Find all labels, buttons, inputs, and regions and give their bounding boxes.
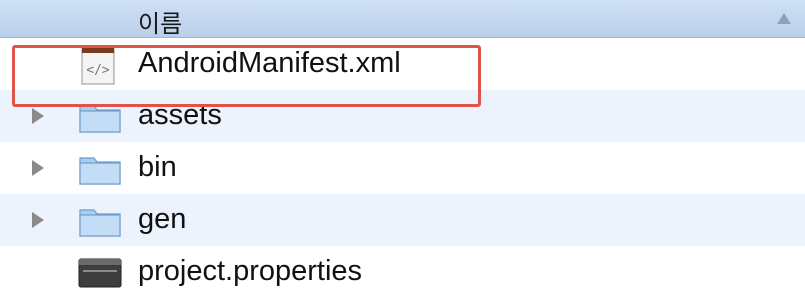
folder-name: bin: [138, 151, 177, 183]
sort-ascending-icon[interactable]: [777, 13, 791, 24]
file-row-gen[interactable]: gen: [0, 194, 805, 246]
disclosure-triangle-icon[interactable]: [32, 160, 44, 176]
folder-icon: [79, 209, 121, 237]
highlight-box: [12, 45, 481, 107]
file-row-project-properties[interactable]: project.properties: [0, 246, 805, 298]
properties-file-icon: [78, 258, 122, 288]
disclosure-triangle-icon[interactable]: [32, 212, 44, 228]
disclosure-triangle-icon[interactable]: [32, 108, 44, 124]
folder-name: gen: [138, 203, 187, 235]
file-name: project.properties: [138, 255, 363, 287]
file-row-bin[interactable]: bin: [0, 142, 805, 194]
name-column-label[interactable]: 이름: [138, 4, 182, 39]
column-header[interactable]: 이름: [0, 0, 805, 38]
folder-icon: [79, 157, 121, 185]
